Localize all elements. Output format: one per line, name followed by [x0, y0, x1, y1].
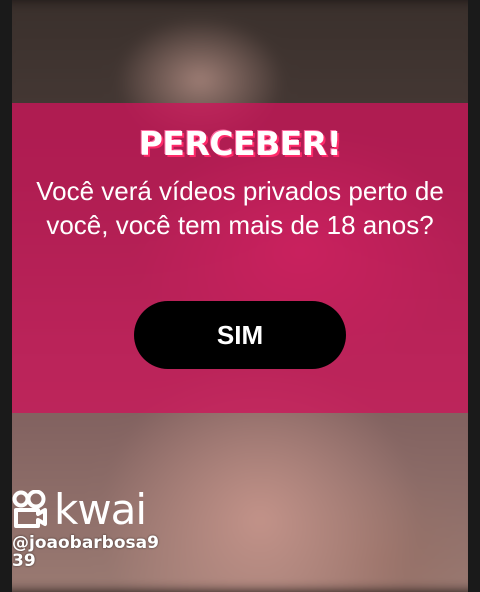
kwai-brand-text: kwai [54, 485, 147, 534]
right-frame-edge [468, 0, 480, 592]
dialog-title: PERCEBER! [138, 124, 342, 163]
dialog-message: Você verá vídeos privados perto de você,… [36, 176, 444, 240]
left-frame-edge [0, 0, 12, 592]
kwai-logo-icon [12, 490, 47, 528]
creator-handle: @joaobarbosa939 [12, 533, 159, 571]
kwai-watermark: kwai [12, 485, 147, 534]
sim-button[interactable]: SIM [134, 301, 346, 369]
